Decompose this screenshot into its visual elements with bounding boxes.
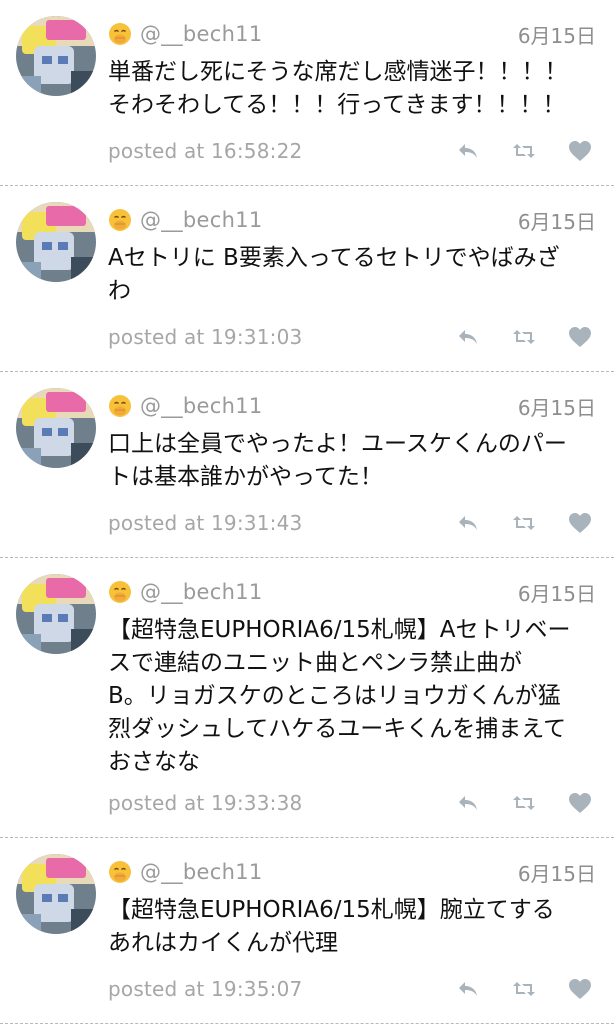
reply-icon	[459, 144, 477, 158]
tweet[interactable]: @__bech11 6月15日 【超特急EUPHORIA6/15札幌】腕立てする…	[0, 838, 614, 1024]
posted-time: posted at 19:31:03	[108, 325, 303, 349]
like-button[interactable]	[566, 975, 594, 1003]
tweet-footer: posted at 19:31:03	[108, 322, 594, 352]
heart-icon	[569, 793, 591, 813]
reply-button[interactable]	[454, 137, 482, 165]
username[interactable]: @__bech11	[140, 208, 263, 232]
retweet-button[interactable]	[510, 323, 538, 351]
tweet-footer: posted at 16:58:22	[108, 136, 594, 166]
tweet[interactable]: @__bech11 6月15日 口上は全員でやったよ！ユースケくんのパー トは基…	[0, 372, 614, 558]
tweet-actions	[426, 509, 594, 537]
reply-icon	[459, 516, 477, 530]
tweet-footer: posted at 19:33:38	[108, 788, 594, 818]
tweet-text: 口上は全員でやったよ！ユースケくんのパー トは基本誰かがやってた！	[108, 431, 567, 490]
retweet-icon	[513, 982, 535, 996]
tweet-actions	[426, 137, 594, 165]
tweet-header: @__bech11 6月15日	[108, 390, 596, 422]
reply-button[interactable]	[454, 975, 482, 1003]
avatar[interactable]	[16, 854, 96, 934]
tweet-date: 6月15日	[517, 23, 596, 48]
tweet-footer: posted at 19:31:43	[108, 508, 594, 538]
tweet-header: @__bech11 6月15日	[108, 18, 596, 50]
tweet-footer: posted at 19:35:07	[108, 974, 594, 1004]
username[interactable]: @__bech11	[140, 580, 263, 604]
heart-icon	[569, 327, 591, 347]
retweet-icon	[513, 144, 535, 158]
avatar[interactable]	[16, 16, 96, 96]
tweet-actions	[426, 975, 594, 1003]
tweet-header: @__bech11 6月15日	[108, 204, 596, 236]
tweet-actions	[426, 323, 594, 351]
reply-icon	[459, 330, 477, 344]
retweet-icon	[513, 516, 535, 530]
retweet-button[interactable]	[510, 789, 538, 817]
username[interactable]: @__bech11	[140, 22, 263, 46]
tweet-timeline: @__bech11 6月15日 単番だし死にそうな席だし感情迷子！！！！ そわそ…	[0, 0, 614, 1024]
tweet-date: 6月15日	[517, 395, 596, 420]
like-button[interactable]	[566, 323, 594, 351]
face-with-hand-over-mouth-icon	[109, 395, 131, 417]
retweet-icon	[513, 796, 535, 810]
like-button[interactable]	[566, 789, 594, 817]
username[interactable]: @__bech11	[140, 860, 263, 884]
tweet-text: 【超特急EUPHORIA6/15札幌】腕立てする あれはカイくんが代理	[108, 897, 555, 956]
tweet-date: 6月15日	[517, 581, 596, 606]
tweet-actions	[426, 789, 594, 817]
avatar[interactable]	[16, 574, 96, 654]
reply-button[interactable]	[454, 323, 482, 351]
tweet[interactable]: @__bech11 6月15日 Aセトリに B要素入ってるセトリでやばみざ わ …	[0, 186, 614, 372]
avatar[interactable]	[16, 388, 96, 468]
retweet-button[interactable]	[510, 975, 538, 1003]
tweet-text: 単番だし死にそうな席だし感情迷子！！！！ そわそわしてる！！！行ってきます！！！…	[108, 59, 568, 118]
face-with-hand-over-mouth-icon	[109, 581, 131, 603]
tweet-date: 6月15日	[517, 209, 596, 234]
reply-icon	[459, 796, 477, 810]
posted-time: posted at 19:35:07	[108, 977, 303, 1001]
retweet-button[interactable]	[510, 509, 538, 537]
reply-button[interactable]	[454, 509, 482, 537]
reply-icon	[459, 982, 477, 996]
like-button[interactable]	[566, 137, 594, 165]
face-with-hand-over-mouth-icon	[109, 861, 131, 883]
heart-icon	[569, 513, 591, 533]
reply-button[interactable]	[454, 789, 482, 817]
tweet[interactable]: @__bech11 6月15日 単番だし死にそうな席だし感情迷子！！！！ そわそ…	[0, 0, 614, 186]
retweet-button[interactable]	[510, 137, 538, 165]
tweet-text: Aセトリに B要素入ってるセトリでやばみざ わ	[108, 245, 560, 304]
heart-icon	[569, 141, 591, 161]
heart-icon	[569, 979, 591, 999]
tweet-text: 【超特急EUPHORIA6/15札幌】Aセトリベー スで連結のユニット曲とペンラ…	[108, 617, 571, 775]
posted-time: posted at 16:58:22	[108, 139, 303, 163]
tweet-header: @__bech11 6月15日	[108, 576, 596, 608]
face-with-hand-over-mouth-icon	[109, 23, 131, 45]
posted-time: posted at 19:31:43	[108, 511, 303, 535]
tweet-date: 6月15日	[517, 861, 596, 886]
posted-time: posted at 19:33:38	[108, 791, 303, 815]
username[interactable]: @__bech11	[140, 394, 263, 418]
like-button[interactable]	[566, 509, 594, 537]
tweet-header: @__bech11 6月15日	[108, 856, 596, 888]
face-with-hand-over-mouth-icon	[109, 209, 131, 231]
avatar[interactable]	[16, 202, 96, 282]
retweet-icon	[513, 330, 535, 344]
tweet[interactable]: @__bech11 6月15日 【超特急EUPHORIA6/15札幌】Aセトリベ…	[0, 558, 614, 838]
